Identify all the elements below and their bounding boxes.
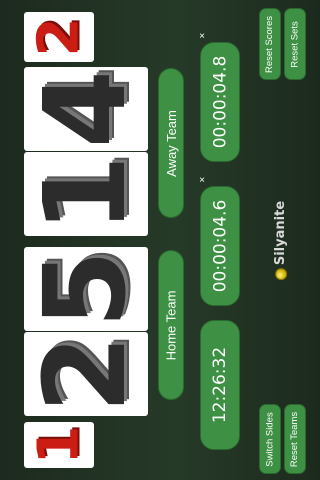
away-timer-text: 00:00:04.8 (210, 55, 231, 149)
main-clock[interactable]: 12:26:32 (200, 320, 240, 450)
home-team-label: Home Team (163, 290, 179, 360)
reset-teams-label: Reset Teams (289, 411, 301, 467)
away-set-card[interactable]: 2 (24, 12, 94, 62)
away-score-tens: 1 (24, 155, 148, 233)
away-timer[interactable]: 00:00:04.8 (200, 42, 240, 162)
reset-scores-label: Reset Scores (264, 15, 276, 73)
brand-name: Silyanite (273, 200, 289, 265)
main-clock-text: 12:26:32 (210, 346, 231, 424)
away-timer-close-icon[interactable]: × (197, 32, 207, 42)
reset-teams-button[interactable]: Reset Teams (284, 404, 306, 474)
switch-sides-button[interactable]: Switch Sides (259, 404, 281, 474)
home-timer[interactable]: 00:00:04.6 (200, 186, 240, 306)
away-team-button[interactable]: Away Team (158, 68, 184, 218)
brand-logo-icon (275, 267, 288, 280)
home-timer-text: 00:00:04.6 (210, 199, 231, 293)
home-score-tens: 2 (24, 335, 148, 413)
home-set-number: 1 (26, 425, 91, 465)
home-score-ones: 5 (24, 250, 148, 328)
reset-sets-label: Reset Sets (289, 20, 301, 68)
away-score-ones: 4 (24, 70, 148, 148)
home-team-button[interactable]: Home Team (158, 250, 184, 400)
switch-sides-label: Switch Sides (264, 411, 276, 467)
away-score-tens-card[interactable]: 1 (24, 152, 148, 236)
reset-sets-button[interactable]: Reset Sets (284, 8, 306, 80)
away-score-ones-card[interactable]: 4 (24, 67, 148, 151)
reset-scores-button[interactable]: Reset Scores (259, 8, 281, 80)
away-set-number: 2 (26, 17, 91, 57)
home-score-ones-card[interactable]: 5 (24, 247, 148, 331)
home-timer-close-icon[interactable]: × (197, 176, 207, 186)
home-set-card[interactable]: 1 (24, 422, 94, 468)
away-team-label: Away Team (163, 109, 179, 177)
brand-logo: Silyanite (270, 190, 292, 290)
home-score-tens-card[interactable]: 2 (24, 332, 148, 416)
